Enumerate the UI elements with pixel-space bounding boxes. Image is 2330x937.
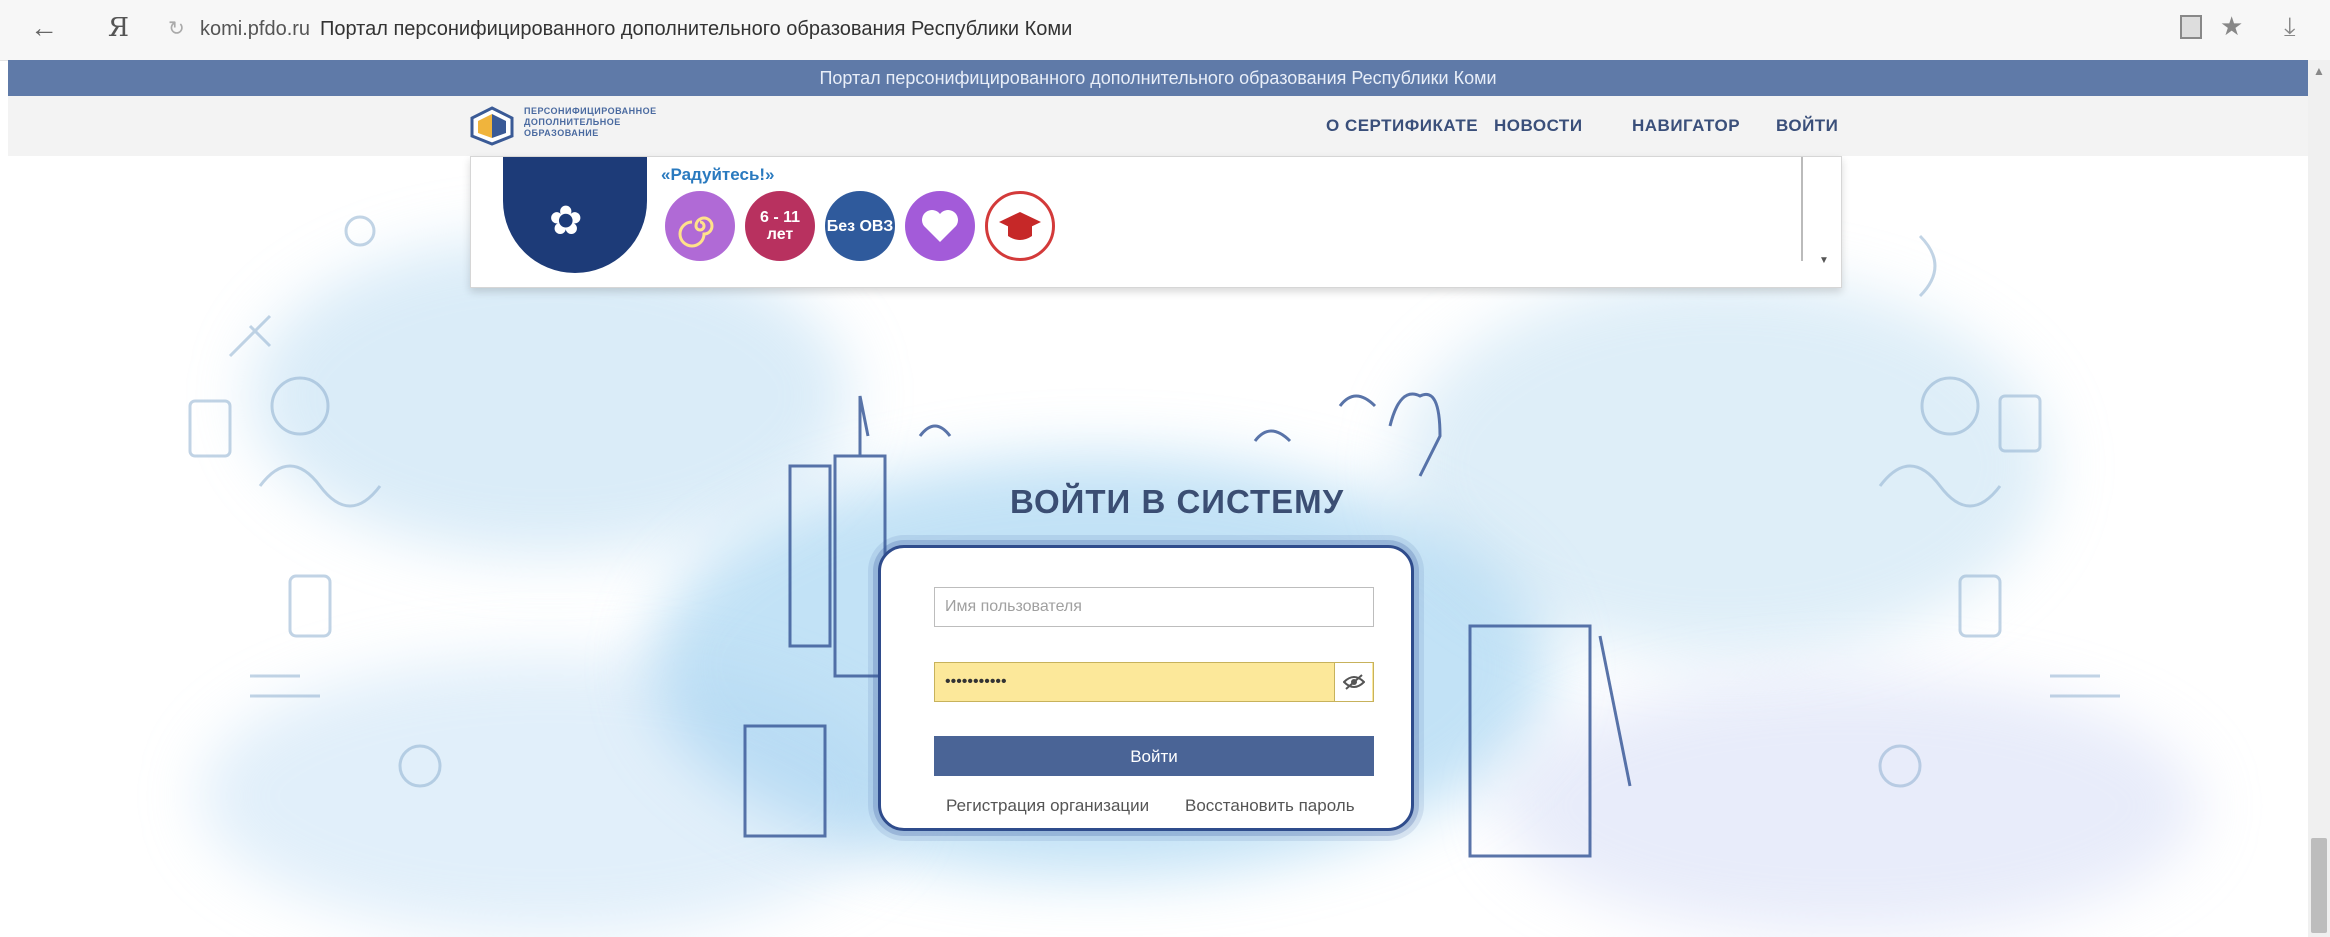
logo-line-3: ОБРАЗОВАНИЕ <box>524 128 599 138</box>
reload-icon[interactable]: ↻ <box>168 18 185 40</box>
page-scrollbar[interactable] <box>2308 60 2330 937</box>
page-icon[interactable] <box>2180 15 2202 39</box>
card-scroll-down-icon[interactable]: ▼ <box>1819 255 1829 266</box>
badge-spiral-icon <box>665 191 735 261</box>
badge-graduation-cap-icon <box>985 191 1055 261</box>
scrollbar-thumb[interactable] <box>2311 838 2327 933</box>
badge-age: 6 - 11 лет <box>745 191 815 261</box>
card-scrollbar-track <box>1801 157 1803 261</box>
login-heading: ВОЙТИ В СИСТЕМУ <box>1010 483 1345 520</box>
site-nav: ПЕРСОНИФИЦИРОВАННОЕ ДОПОЛНИТЕЛЬНОЕ ОБРАЗ… <box>8 96 2308 156</box>
yandex-logo[interactable]: Я <box>108 14 129 42</box>
nav-link-news[interactable]: НОВОСТИ <box>1494 114 1583 138</box>
download-icon[interactable]: ⤓ <box>2284 12 2296 40</box>
scroll-up-icon[interactable]: ▲ <box>2313 64 2325 78</box>
program-emblem-icon: ✿ <box>549 199 583 243</box>
bookmark-star-icon[interactable]: ★ <box>2220 12 2243 40</box>
nav-link-login[interactable]: ВОЙТИ <box>1776 114 1838 138</box>
login-button[interactable]: Войти <box>934 736 1374 776</box>
page-title: Портал персонифицированного дополнительн… <box>320 18 1073 40</box>
restore-password-link[interactable]: Восстановить пароль <box>1185 795 1355 817</box>
site-banner: Портал персонифицированного дополнительн… <box>8 60 2308 96</box>
logo-text: ПЕРСОНИФИЦИРОВАННОЕ ДОПОЛНИТЕЛЬНОЕ ОБРАЗ… <box>524 106 657 139</box>
browser-toolbar: ← Я ↻ komi.pfdo.ru Портал персонифициров… <box>0 0 2330 61</box>
logo-line-2: ДОПОЛНИТЕЛЬНОЕ <box>524 117 621 127</box>
program-title: «Радуйтесь!» <box>661 165 775 184</box>
badge-heart-icon <box>905 191 975 261</box>
show-password-eye-icon[interactable] <box>1334 663 1372 701</box>
address-url[interactable]: komi.pfdo.ru <box>200 17 310 41</box>
nav-link-navigator[interactable]: НАВИГАТОР <box>1632 114 1740 138</box>
logo-icon[interactable] <box>470 106 514 146</box>
logo-line-1: ПЕРСОНИФИЦИРОВАННОЕ <box>524 106 657 116</box>
username-input[interactable] <box>934 587 1374 627</box>
password-input[interactable] <box>934 662 1374 702</box>
nav-link-certificate[interactable]: О СЕРТИФИКАТЕ <box>1326 114 1478 138</box>
badge-ovz: Без ОВЗ <box>825 191 895 261</box>
program-card[interactable]: ✿ «Радуйтесь!» 6 - 11 лет Без ОВЗ ▼ <box>470 156 1842 288</box>
back-arrow-icon[interactable]: ← <box>30 14 58 42</box>
register-organization-link[interactable]: Регистрация организации <box>946 795 1149 817</box>
